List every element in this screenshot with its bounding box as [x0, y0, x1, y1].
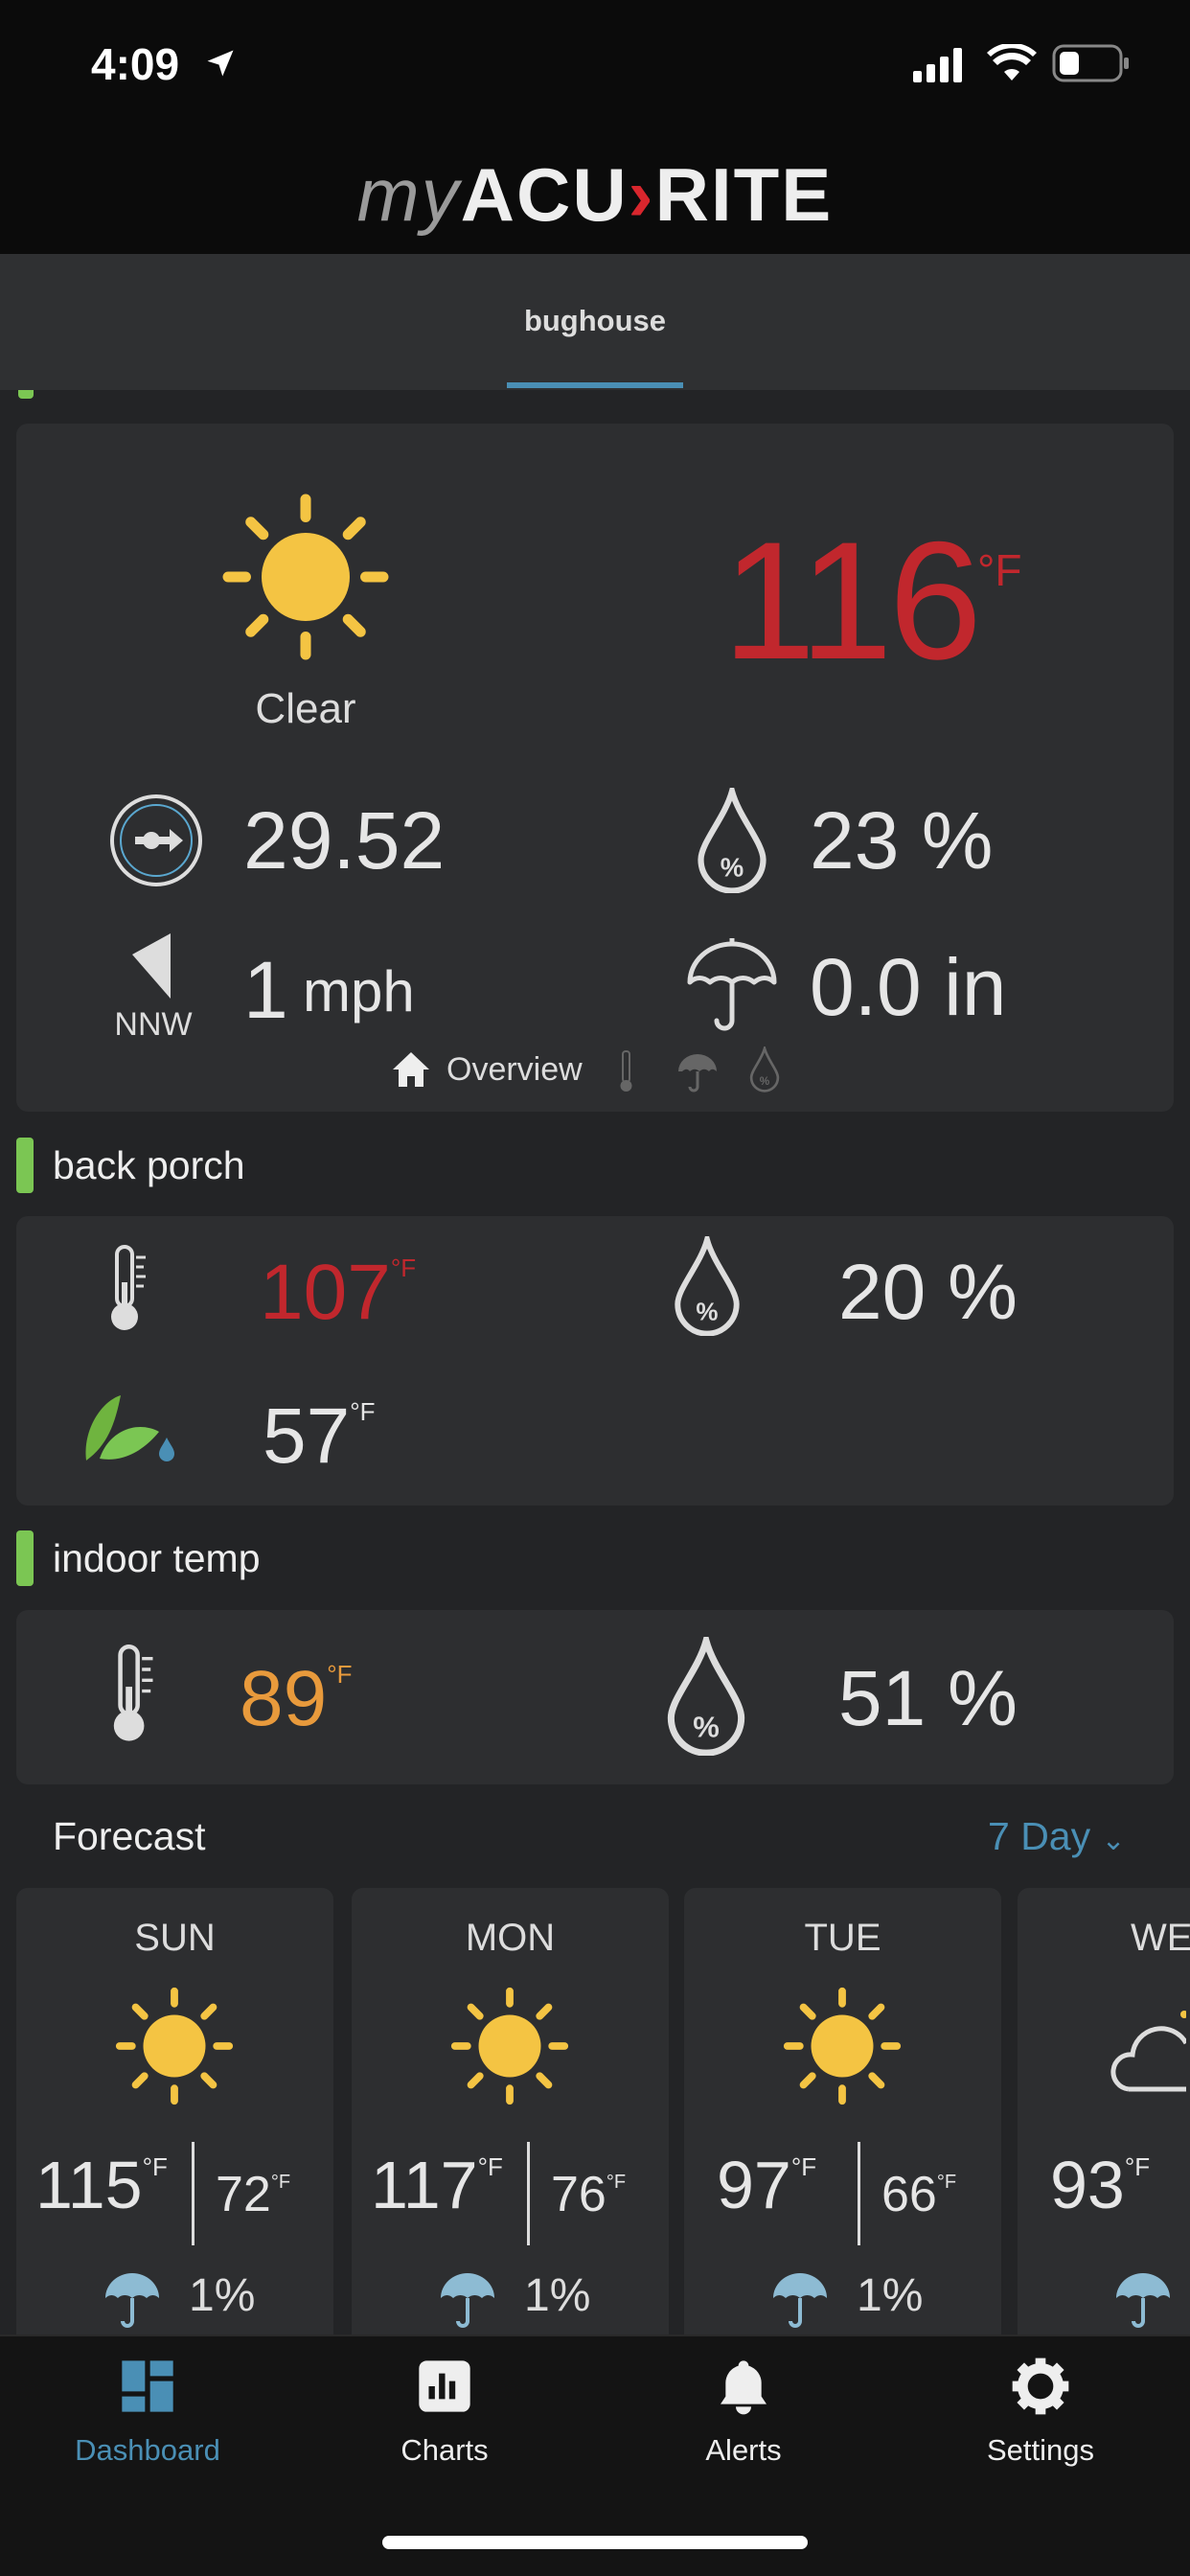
sun-icon [780, 1984, 904, 2108]
forecast-low: 66°F [881, 2167, 957, 2222]
temperature-unit: °F [977, 545, 1022, 595]
back-porch-dew-point: 57°F [263, 1392, 376, 1480]
forecast-high: 117°F [371, 2148, 503, 2222]
battery-icon [1052, 44, 1129, 82]
barometer-icon [110, 794, 202, 886]
svg-text:%: % [693, 1710, 720, 1743]
wind-direction: NNW [114, 1006, 193, 1043]
humidity-drop-icon: % [665, 1627, 747, 1757]
condition-label: Clear [255, 685, 356, 732]
pressure-value: 29.52 [243, 795, 446, 886]
wind-direction-arrow-icon [132, 933, 171, 999]
svg-text:%: % [696, 1297, 718, 1325]
app-header: myACU›RITE [0, 144, 1190, 254]
forecast-day-label: TUE [804, 1917, 881, 1959]
nav-charts[interactable]: Charts [330, 2356, 560, 2468]
charts-icon [419, 2360, 470, 2412]
signal-icon [913, 48, 962, 82]
nav-dashboard[interactable]: Dashboard [33, 2356, 263, 2468]
forecast-day-label: SUN [134, 1917, 216, 1959]
forecast-day-card[interactable]: MON 117°F 76°F 1% [352, 1888, 669, 2348]
forecast-low: 76°F [551, 2167, 627, 2222]
sensor-name-indoor-temp[interactable]: indoor temp [53, 1536, 261, 1581]
forecast-day-card[interactable]: TUE 97°F 66°F 1% [684, 1888, 1001, 2348]
location-arrow-icon [207, 50, 234, 77]
forecast-high: 93°F [1050, 2148, 1151, 2222]
back-porch-temperature: 107°F [260, 1249, 417, 1336]
forecast-day-label: MON [465, 1917, 556, 1959]
bell-icon [721, 2360, 767, 2415]
forecast-rain-chance: 1% [857, 2270, 924, 2321]
status-bar: 4:09 [0, 0, 1190, 144]
sensor-status-marker [18, 390, 34, 399]
sensor-status-bar [16, 1138, 34, 1193]
divider [527, 2142, 530, 2245]
thermometer-icon [105, 1244, 149, 1334]
forecast-rain-chance: 1% [524, 2270, 591, 2321]
nav-settings[interactable]: Settings [926, 2356, 1156, 2468]
humidity-drop-icon: % [696, 779, 768, 894]
location-tabs: bughouse [0, 254, 1190, 390]
rainfall-value: 0.0 in [810, 942, 1007, 1032]
svg-text:%: % [760, 1075, 770, 1088]
pager-umbrella-icon[interactable] [676, 1052, 719, 1092]
pager-humidity-icon[interactable]: % [749, 1044, 780, 1092]
tab-active-indicator [507, 382, 683, 388]
sun-icon [447, 1984, 572, 2108]
outdoor-humidity: 23 % [810, 795, 994, 886]
svg-text:%: % [721, 853, 744, 883]
home-indicator [382, 2536, 808, 2549]
pager-thermometer-icon[interactable] [617, 1049, 636, 1093]
forecast-range-dropdown[interactable]: 7 Day ⌄ [988, 1814, 1126, 1859]
gear-icon [1012, 2358, 1069, 2415]
rain-chance-umbrella-icon [1113, 2269, 1173, 2329]
status-time: 4:09 [91, 39, 180, 89]
chevron-down-icon: ⌄ [1101, 1825, 1126, 1856]
myacurite-logo: myACU›RITE [356, 152, 834, 237]
forecast-high: 115°F [35, 2148, 168, 2222]
sensor-status-bar [16, 1530, 34, 1586]
sensor-name-back-porch[interactable]: back porch [53, 1143, 245, 1188]
forecast-rain-chance: 1% [189, 2270, 256, 2321]
dew-point-leaf-icon [85, 1395, 174, 1461]
rain-umbrella-icon [686, 934, 778, 1035]
humidity-drop-icon: % [673, 1229, 742, 1337]
forecast-title: Forecast [53, 1814, 206, 1858]
partly-cloudy-icon [1110, 2011, 1186, 2092]
divider [192, 2142, 195, 2245]
sun-icon [112, 1984, 237, 2108]
rain-chance-umbrella-icon [438, 2269, 497, 2329]
dashboard-icon [122, 2360, 173, 2412]
wifi-icon [987, 44, 1037, 80]
tab-bughouse[interactable]: bughouse [507, 304, 683, 338]
indoor-temperature: 89°F [240, 1655, 353, 1742]
sun-icon [217, 489, 394, 665]
wind-speed: 1 [243, 945, 288, 1035]
rain-chance-umbrella-icon [103, 2269, 162, 2329]
thermometer-icon [107, 1641, 157, 1748]
forecast-day-card[interactable]: SUN 115°F 72°F 1% [16, 1888, 333, 2348]
outdoor-temperature: 116 [722, 508, 982, 695]
back-porch-humidity: 20 % [838, 1249, 1018, 1336]
divider [858, 2142, 860, 2245]
forecast-high: 97°F [717, 2148, 817, 2222]
forecast-day-label: WE [1131, 1917, 1190, 1959]
nav-alerts[interactable]: Alerts [629, 2356, 858, 2468]
rain-chance-umbrella-icon [770, 2269, 830, 2329]
indoor-humidity: 51 % [838, 1655, 1018, 1742]
wind-unit: mph [303, 959, 415, 1024]
home-icon[interactable] [393, 1052, 429, 1087]
pager-overview-label[interactable]: Overview [446, 1051, 583, 1089]
forecast-low: 72°F [216, 2167, 291, 2222]
bottom-nav: Dashboard Charts Alerts Settings [0, 2334, 1190, 2576]
forecast-day-card[interactable]: WE 93°F [1018, 1888, 1190, 2348]
